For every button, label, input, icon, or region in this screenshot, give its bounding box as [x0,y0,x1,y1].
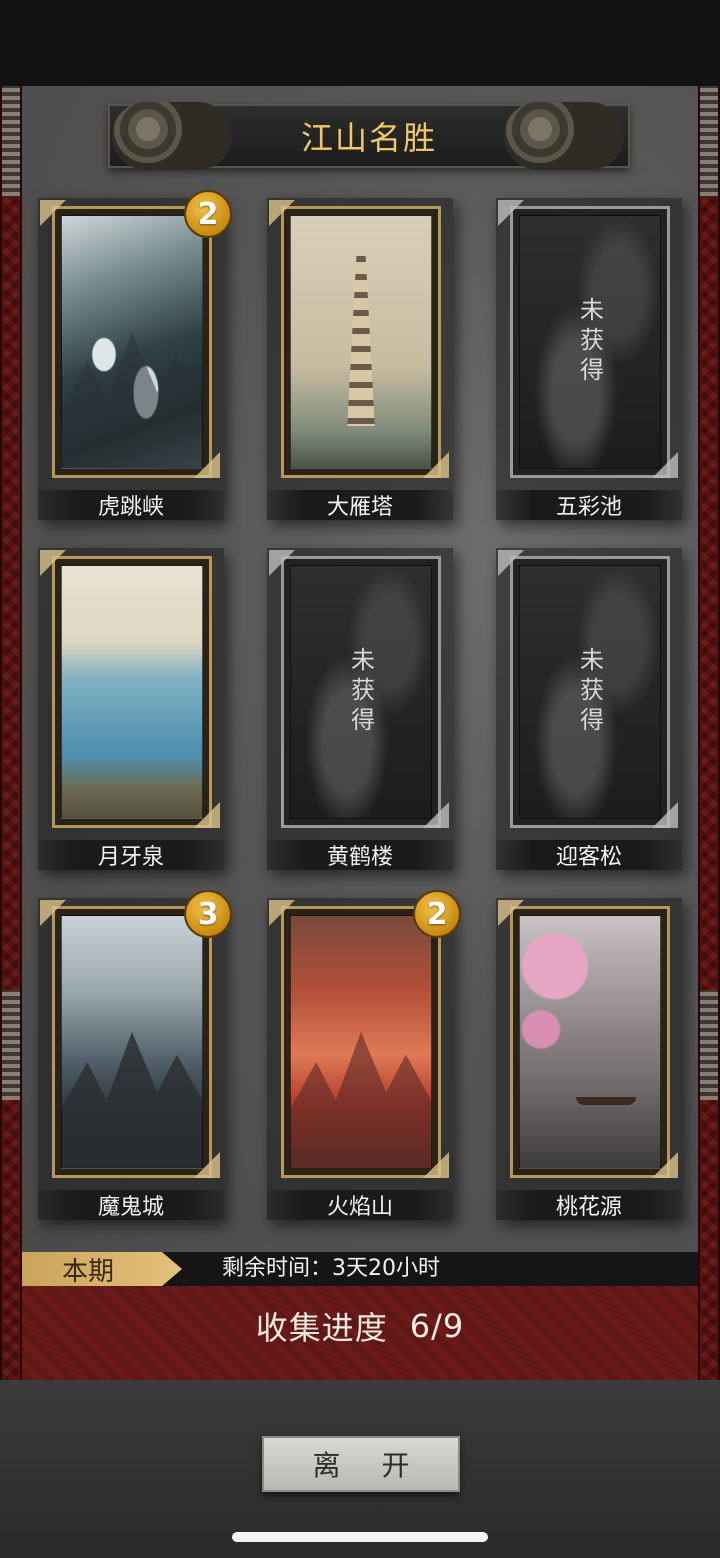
card-art: 未获得 [290,565,432,819]
card-name: 迎客松 [496,840,682,870]
right-ornate-border [698,86,720,1380]
card-name: 五彩池 [496,490,682,520]
locked-label: 未获得 [575,297,604,387]
card-huoyanshan[interactable]: 火焰山 2 [267,890,461,1220]
boat-illustration [576,1097,636,1106]
count-badge: 2 [184,190,232,238]
count-badge: 3 [184,890,232,938]
remaining-time: 剩余时间：3天20小时 [222,1256,440,1281]
card-huanghelou[interactable]: 未获得 黄鹤楼 [267,548,453,870]
card-art [61,565,203,819]
left-ornate-border [0,86,22,1380]
collection-progress: 收集进度 6/9 [22,1286,698,1366]
period-tag: 本期 [22,1252,182,1286]
progress-label: 收集进度 [255,1309,388,1347]
card-yingkesong[interactable]: 未获得 迎客松 [496,548,682,870]
page-title-text: 江山名胜 [300,119,437,157]
pagoda-illustration [347,256,375,426]
card-dayanta[interactable]: 大雁塔 [267,198,453,520]
card-taohuayuan[interactable]: 桃花源 [496,898,682,1220]
card-art [290,915,432,1169]
collection-screen: 江山名胜 江山名胜 虎跳峡 2 大雁塔 未获得 五彩池 月牙泉 未获得 [0,0,720,1558]
card-name: 魔鬼城 [38,1190,224,1220]
locked-label: 未获得 [346,647,375,737]
progress-value: 6/9 [409,1307,465,1345]
home-indicator [232,1532,488,1542]
leave-button[interactable]: 离 开 [262,1436,460,1492]
title-overlay: 江山名胜 [108,104,630,168]
card-moguicheng[interactable]: 魔鬼城 3 [38,890,232,1220]
card-hutiaoxia[interactable]: 虎跳峡 2 [38,190,232,520]
card-art [519,915,661,1169]
card-name: 虎跳峡 [38,490,224,520]
card-name: 黄鹤楼 [267,840,453,870]
card-name: 桃花源 [496,1190,682,1220]
card-name: 月牙泉 [38,840,224,870]
status-bar-area [0,0,720,86]
card-yueyaquan[interactable]: 月牙泉 [38,548,224,870]
card-art: 未获得 [519,215,661,469]
card-art [290,215,432,469]
card-wucaichi[interactable]: 未获得 五彩池 [496,198,682,520]
card-name: 火焰山 [267,1190,453,1220]
card-art [61,215,203,469]
card-art [61,915,203,1169]
card-name: 大雁塔 [267,490,453,520]
locked-label: 未获得 [575,647,604,737]
card-art: 未获得 [519,565,661,819]
count-badge: 2 [413,890,461,938]
progress-section: 收集进度 6/9 [22,1286,698,1380]
